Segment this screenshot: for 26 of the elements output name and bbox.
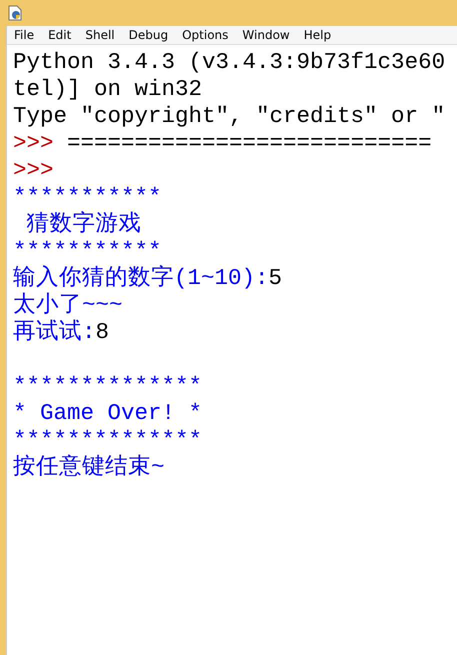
prompt-text: >>> — [13, 157, 54, 183]
menu-item[interactable]: Shell — [85, 28, 115, 42]
shell-text: tel)] on win32 — [13, 76, 202, 102]
prompt-text: >>> — [13, 130, 54, 156]
menu-item[interactable]: Help — [304, 28, 332, 42]
menu-item[interactable]: Debug — [128, 28, 168, 42]
shell-text: Python 3.4.3 (v3.4.3:9b73f1c3e60 — [13, 49, 446, 75]
program-output: ************** — [13, 427, 202, 453]
menu-item[interactable]: File — [14, 28, 34, 42]
program-output: 输入你猜的数字(1~10): — [13, 265, 269, 291]
program-output: 太小了~~~ — [13, 292, 123, 318]
program-output: 按任意键结束~ — [13, 454, 165, 480]
python-file-icon — [8, 5, 22, 21]
typed-text: 8 — [96, 319, 110, 345]
shell-text: Type "copyright", "credits" or " — [13, 103, 446, 129]
program-output: * Game Over! * — [13, 400, 202, 426]
program-output: 猜数字游戏 — [26, 211, 142, 237]
menu-item[interactable]: Edit — [48, 28, 72, 42]
typed-text: 5 — [268, 265, 282, 291]
program-output: *********** — [13, 184, 162, 210]
program-output: *********** — [13, 238, 162, 264]
menu-item[interactable]: Options — [182, 28, 228, 42]
shell-text: =========================== — [66, 130, 432, 156]
program-output: ************** — [13, 373, 202, 399]
program-output: 再试试: — [13, 319, 96, 345]
menu-item[interactable]: Window — [242, 28, 290, 42]
